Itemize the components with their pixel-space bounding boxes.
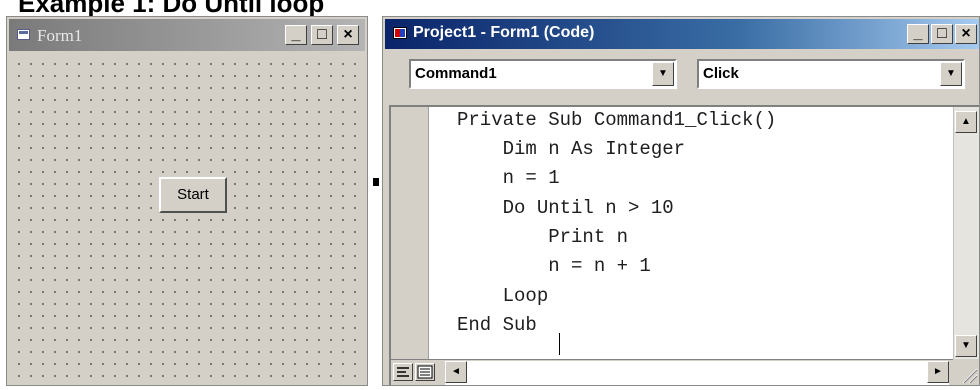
- size-grip-glyph: [962, 368, 978, 384]
- code-toolbar: Command1 ▼ Click ▼: [385, 51, 979, 103]
- vertical-scrollbar[interactable]: ▲ ▼: [953, 107, 979, 359]
- code-maximize-button[interactable]: □: [931, 24, 953, 44]
- form1-titlebar[interactable]: Form1 _ □ ×: [9, 19, 365, 51]
- code-minimize-button[interactable]: _: [907, 24, 929, 44]
- resize-handle[interactable]: [373, 178, 379, 186]
- object-combo-dropdown-icon[interactable]: ▼: [652, 62, 674, 86]
- form-icon[interactable]: [17, 29, 30, 40]
- start-button[interactable]: Start: [159, 177, 227, 213]
- code-line[interactable]: Dim n As Integer: [457, 138, 685, 160]
- form1-design-surface[interactable]: Start: [11, 55, 363, 385]
- size-grip-icon[interactable]: [953, 359, 979, 385]
- procedure-view-glyph: [397, 367, 409, 377]
- procedure-view-icon[interactable]: [393, 363, 413, 381]
- form1-window: Form1 _ □ × Start: [6, 16, 368, 386]
- vb-project-icon[interactable]: [393, 27, 407, 39]
- margin-indicator-bar[interactable]: [391, 107, 429, 359]
- scroll-up-icon[interactable]: ▲: [955, 111, 977, 133]
- text-cursor: [559, 333, 560, 355]
- scroll-left-icon[interactable]: ◄: [445, 361, 467, 383]
- code-line[interactable]: Private Sub Command1_Click(): [457, 109, 776, 131]
- code-close-button[interactable]: ×: [955, 24, 977, 44]
- code-text-area[interactable]: Private Sub Command1_Click() Dim n As In…: [433, 107, 951, 359]
- code-line[interactable]: n = n + 1: [457, 255, 651, 277]
- code-window-titlebar[interactable]: Project1 - Form1 (Code) _ □ ×: [385, 19, 979, 49]
- code-line[interactable]: n = 1: [457, 167, 560, 189]
- code-line[interactable]: End Sub: [457, 314, 537, 336]
- form1-title: Form1: [37, 26, 83, 45]
- form1-maximize-button[interactable]: □: [311, 25, 333, 45]
- form1-close-button[interactable]: ×: [337, 25, 359, 45]
- code-window-title: Project1 - Form1 (Code): [413, 24, 595, 41]
- code-window: Project1 - Form1 (Code) _ □ × Command1 ▼…: [382, 16, 980, 386]
- code-editor: Private Sub Command1_Click() Dim n As In…: [389, 105, 979, 385]
- full-module-view-icon[interactable]: [415, 363, 435, 381]
- procedure-combo-dropdown-icon[interactable]: ▼: [940, 62, 962, 86]
- window-divider: [368, 0, 380, 386]
- horizontal-scroll-bar: ◄ ►: [391, 359, 979, 385]
- object-combo-value: Command1: [415, 65, 497, 82]
- scroll-right-icon[interactable]: ►: [927, 361, 949, 383]
- procedure-combo-value: Click: [703, 65, 739, 82]
- full-module-view-glyph: [417, 365, 433, 379]
- code-line[interactable]: Print n: [457, 226, 628, 248]
- code-line[interactable]: Do Until n > 10: [457, 197, 674, 219]
- code-line[interactable]: Loop: [457, 285, 549, 307]
- form1-minimize-button[interactable]: _: [285, 25, 307, 45]
- horizontal-scrollbar[interactable]: ◄ ►: [445, 361, 949, 385]
- procedure-combo[interactable]: Click ▼: [697, 59, 965, 89]
- scroll-down-icon[interactable]: ▼: [955, 335, 977, 357]
- object-combo[interactable]: Command1 ▼: [409, 59, 677, 89]
